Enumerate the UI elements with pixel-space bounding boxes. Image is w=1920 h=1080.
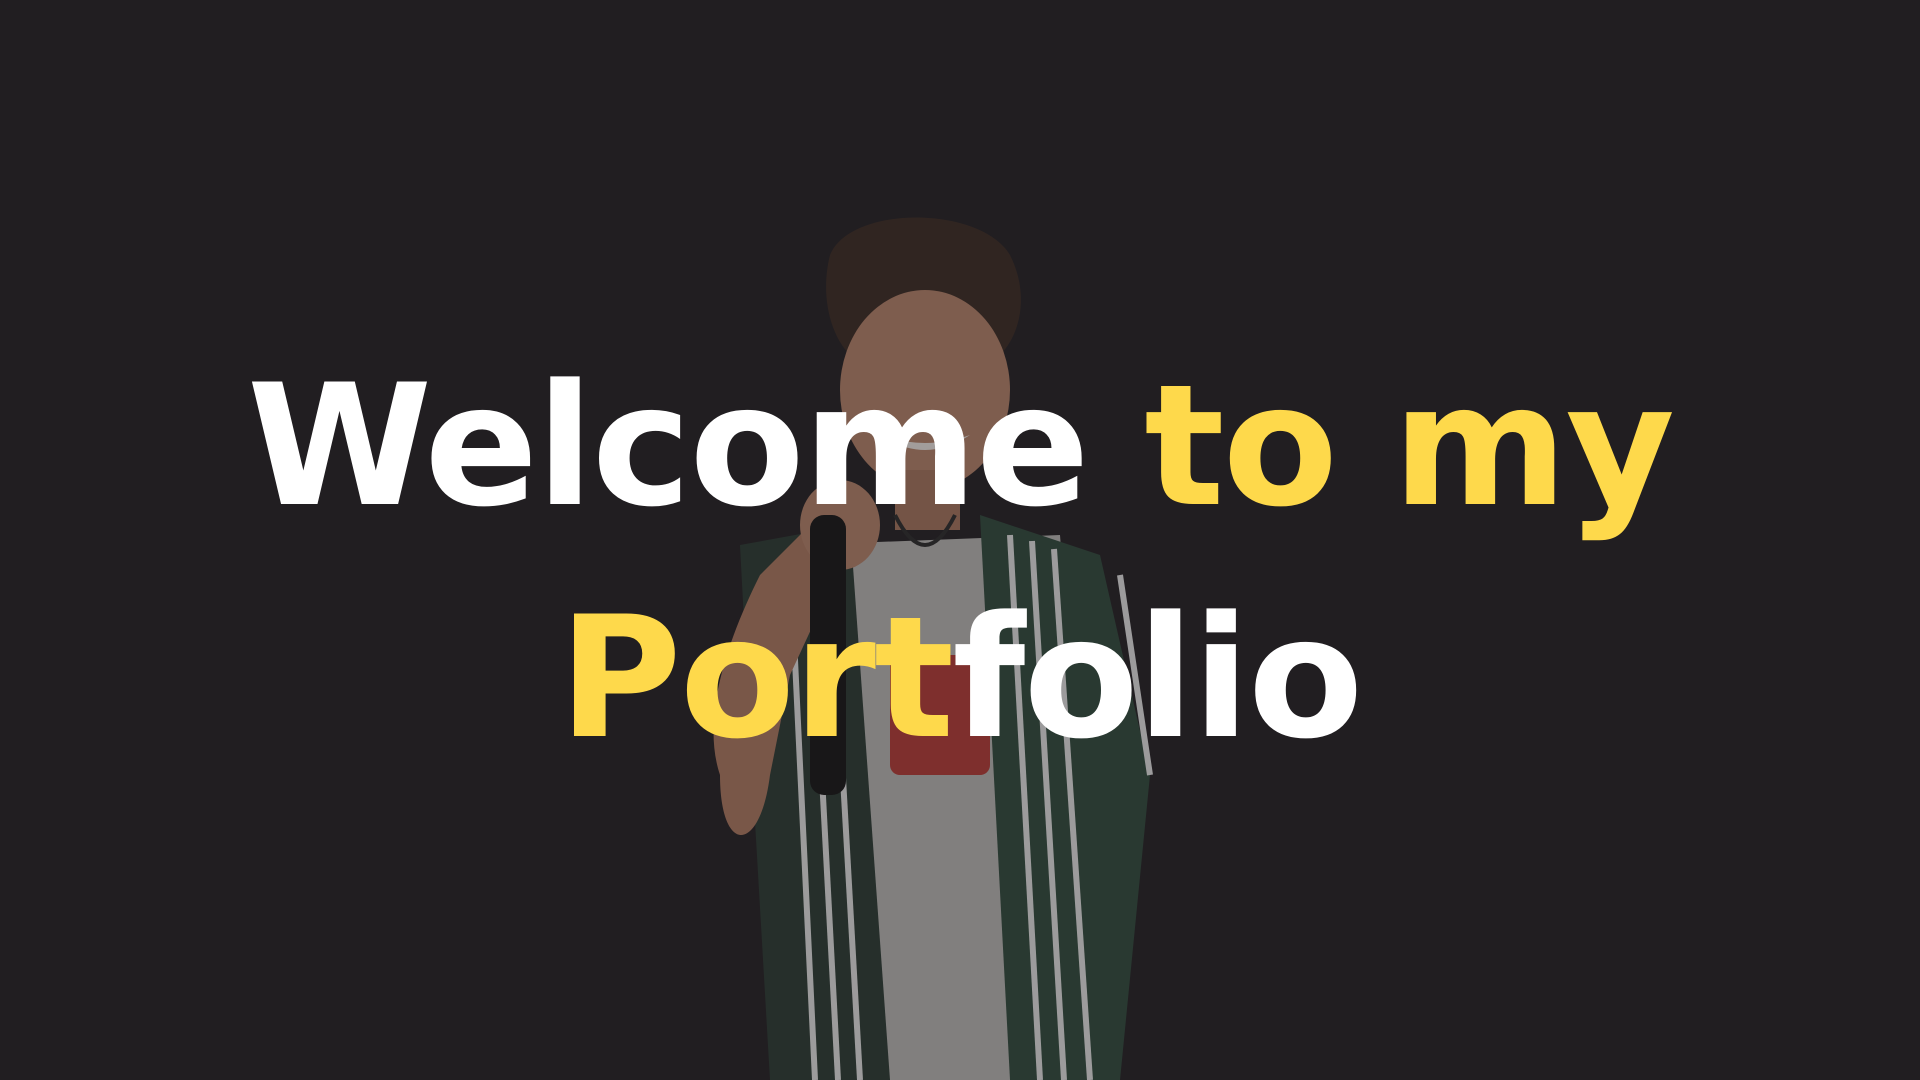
welcome-headline: Welcome to my Portfolio xyxy=(0,330,1920,794)
headline-line-2: Portfolio xyxy=(0,562,1920,794)
headline-word-folio: folio xyxy=(952,580,1363,776)
headline-word-welcome: Welcome xyxy=(246,348,1090,544)
headline-words-to-my: to my xyxy=(1144,348,1675,544)
hero-section: Welcome to my Portfolio xyxy=(0,0,1920,1080)
headline-line-1: Welcome to my xyxy=(0,330,1920,562)
headline-word-port: Port xyxy=(558,580,955,776)
